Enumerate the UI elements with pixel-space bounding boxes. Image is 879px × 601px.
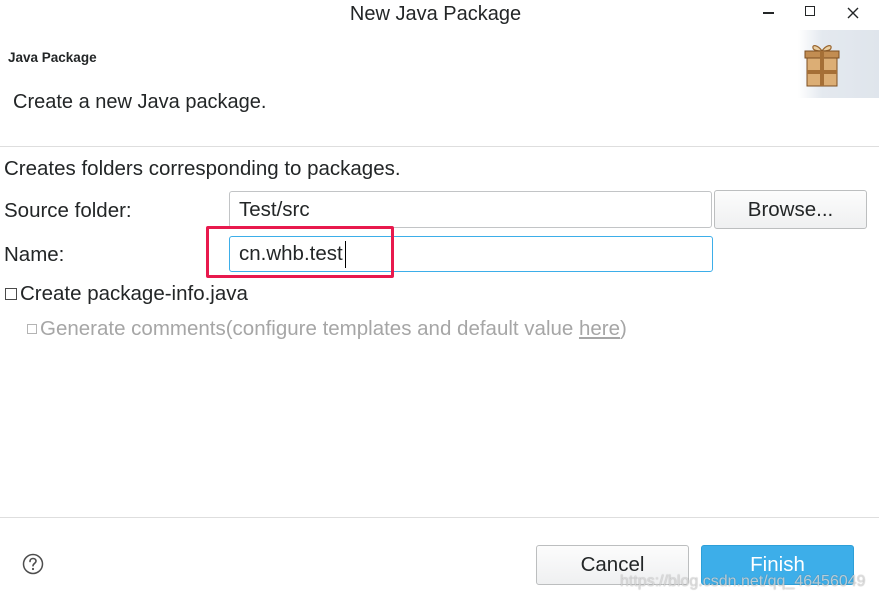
header-separator (0, 146, 879, 147)
generate-comments-label: Generate comments(configure templates an… (40, 317, 627, 341)
minimize-button[interactable] (753, 0, 783, 26)
footer-separator (0, 517, 879, 518)
package-info-checkbox[interactable]: Create package-info.java (5, 282, 265, 306)
minimize-icon (763, 12, 774, 14)
package-icon (804, 45, 840, 87)
maximize-icon (805, 6, 815, 16)
checkbox-box-disabled (27, 324, 37, 334)
package-info-label: Create package-info.java (20, 282, 248, 305)
name-label: Name: (4, 243, 65, 266)
page-title: Java Package (8, 50, 97, 65)
highlight-box (206, 226, 394, 278)
form-intro: Creates folders corresponding to package… (4, 157, 401, 180)
generate-comments-text: Generate comments(configure templates an… (40, 317, 579, 340)
source-folder-value: Test/src (239, 198, 310, 221)
page-description: Create a new Java package. (13, 91, 267, 113)
checkbox-box[interactable] (5, 288, 17, 300)
close-icon (847, 7, 859, 19)
browse-button[interactable]: Browse... (714, 190, 867, 229)
configure-templates-link[interactable]: here (579, 317, 620, 340)
maximize-button[interactable] (795, 0, 825, 26)
help-icon[interactable] (22, 553, 44, 575)
close-button[interactable] (838, 0, 868, 26)
generate-comments-checkbox: Generate comments(configure templates an… (27, 317, 647, 341)
watermark: https://blog.csdn.net/qq_46456049 (620, 573, 866, 590)
generate-comments-text-end: ) (620, 317, 627, 340)
source-folder-label: Source folder: (4, 199, 132, 222)
window-title: New Java Package (349, 3, 522, 25)
source-folder-input[interactable]: Test/src (229, 191, 712, 228)
